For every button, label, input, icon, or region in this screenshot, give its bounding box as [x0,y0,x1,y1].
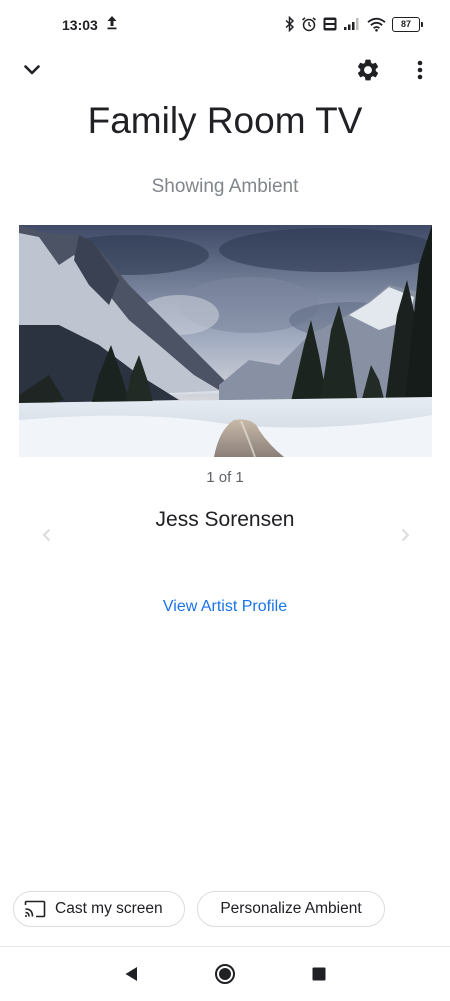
chevron-down-icon [24,65,40,75]
home-button[interactable] [212,961,238,987]
personalize-ambient-label: Personalize Ambient [220,900,362,917]
alarm-icon [302,17,316,32]
device-title: Family Room TV [87,100,363,141]
status-icons: 87 [285,14,423,34]
gear-icon [357,59,379,81]
photo-counter: 1 of 1 [206,469,244,486]
battery-icon: 87 [392,16,423,32]
personalize-ambient-button[interactable]: Personalize Ambient [197,891,385,927]
cast-icon [24,900,46,918]
status-bar: 13:03 87 [0,0,450,50]
status-time: 13:03 [62,17,98,33]
next-photo-button[interactable] [394,522,416,548]
settings-button[interactable] [352,54,384,86]
volte-icon [323,17,337,31]
home-icon [215,964,235,984]
ambient-photo [19,225,432,457]
system-nav-bar [0,946,450,1001]
wifi-icon [367,17,386,32]
more-options-button[interactable] [408,56,432,84]
recents-icon [312,967,326,981]
back-icon [125,967,137,981]
bluetooth-icon [285,16,295,32]
collapse-button[interactable] [18,56,46,84]
recents-button[interactable] [306,961,332,987]
ambient-status: Showing Ambient [151,176,299,197]
more-vert-icon [417,60,423,80]
artist-name: Jess Sorensen [155,508,295,531]
upload-icon [107,16,117,30]
cast-screen-label: Cast my screen [55,900,163,917]
back-button[interactable] [118,961,144,987]
chevron-right-icon [401,528,409,542]
signal-icon [344,18,359,30]
view-artist-profile-link[interactable]: View Artist Profile [0,598,450,616]
cast-screen-button[interactable]: Cast my screen [13,891,185,927]
